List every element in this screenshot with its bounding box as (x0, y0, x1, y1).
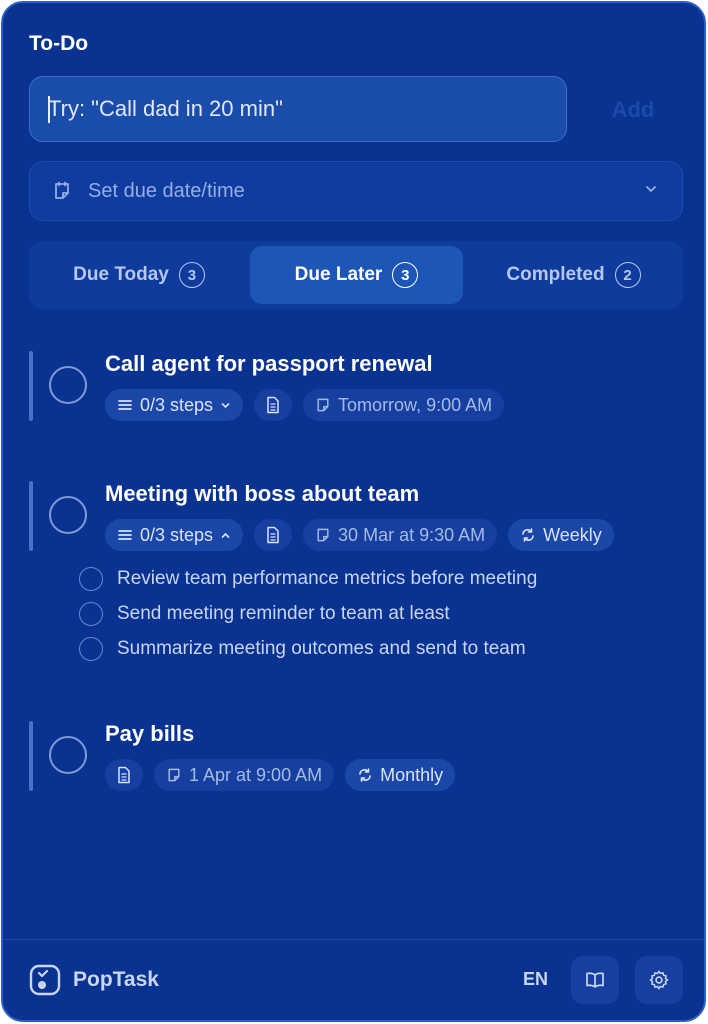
app-window: To-Do Add Set due date/time Due Today 3 … (1, 1, 706, 1022)
subtask-text: Summarize meeting outcomes and send to t… (117, 637, 526, 659)
due-date-chip[interactable]: 30 Mar at 9:30 AM (303, 519, 498, 551)
due-date-select[interactable]: Set due date/time (29, 161, 683, 221)
steps-label: 0/3 steps (140, 524, 214, 545)
task-checkbox[interactable] (49, 496, 87, 534)
tab-count-badge: 3 (178, 262, 205, 288)
steps-label: 0/3 steps (140, 394, 214, 415)
add-button[interactable]: Add (587, 90, 679, 130)
tab-count-badge: 2 (614, 262, 641, 288)
calendar-icon (52, 181, 72, 201)
subtask-text: Review team performance metrics before m… (117, 567, 538, 589)
language-toggle[interactable]: EN (523, 969, 548, 990)
due-date-chip[interactable]: 1 Apr at 9:00 AM (154, 759, 335, 791)
tab-label: Due Later (294, 264, 383, 285)
poptask-logo-icon (29, 964, 61, 996)
task-item[interactable]: Meeting with boss about team 0/3 steps 3… (29, 481, 683, 661)
task-checkbox[interactable] (49, 736, 87, 774)
task-input[interactable] (30, 77, 566, 141)
notes-button[interactable] (254, 519, 293, 551)
document-icon (265, 396, 281, 414)
task-accent-bar (29, 481, 33, 551)
brand: PopTask (29, 964, 159, 996)
task-item[interactable]: Call agent for passport renewal 0/3 step… (29, 351, 683, 421)
calendar-icon (315, 527, 331, 543)
book-icon (584, 970, 606, 990)
steps-toggle[interactable]: 0/3 steps (105, 519, 244, 551)
list-icon (117, 528, 133, 542)
due-date-text: 1 Apr at 9:00 AM (189, 764, 323, 785)
text-caret (48, 96, 50, 123)
due-date-chip[interactable]: Tomorrow, 9:00 AM (303, 389, 505, 421)
task-title: Call agent for passport renewal (105, 351, 433, 376)
tab-count-badge: 3 (392, 262, 419, 288)
brand-name: PopTask (73, 968, 159, 991)
tab-completed[interactable]: Completed 2 (469, 246, 678, 304)
due-date-text: Tomorrow, 9:00 AM (338, 394, 493, 415)
gear-icon (648, 969, 670, 991)
calendar-icon (166, 767, 182, 783)
tab-label: Due Today (73, 264, 169, 285)
tab-bar: Due Today 3 Due Later 3 Completed 2 (29, 241, 683, 309)
list-icon (117, 398, 133, 412)
chevron-up-icon (220, 530, 231, 541)
task-accent-bar (29, 721, 33, 791)
subtask-item[interactable]: Summarize meeting outcomes and send to t… (79, 631, 537, 666)
repeat-text: Monthly (380, 764, 444, 785)
repeat-text: Weekly (543, 524, 602, 545)
subtask-checkbox[interactable] (79, 636, 103, 661)
steps-toggle[interactable]: 0/3 steps (105, 389, 244, 421)
notes-button[interactable] (105, 759, 143, 791)
task-accent-bar (29, 351, 33, 421)
task-item[interactable]: Pay bills 1 Apr at 9:00 AM Monthly (29, 721, 683, 791)
document-icon (116, 766, 132, 784)
settings-button[interactable] (635, 956, 683, 1004)
subtask-checkbox[interactable] (79, 566, 103, 591)
subtask-list: Review team performance metrics before m… (79, 561, 537, 666)
footer-divider (3, 939, 704, 940)
calendar-icon (315, 397, 331, 413)
subtask-checkbox[interactable] (79, 601, 103, 626)
task-checkbox[interactable] (49, 366, 87, 404)
subtask-item[interactable]: Send meeting reminder to team at least (79, 596, 537, 631)
chevron-down-icon (644, 182, 658, 196)
repeat-chip[interactable]: Weekly (508, 519, 614, 551)
guide-button[interactable] (571, 956, 619, 1004)
notes-button[interactable] (254, 389, 293, 421)
repeat-chip[interactable]: Monthly (345, 759, 456, 791)
task-input-container[interactable] (29, 76, 567, 142)
tab-due-later[interactable]: Due Later 3 (250, 246, 463, 304)
subtask-text: Send meeting reminder to team at least (117, 602, 450, 624)
document-icon (265, 526, 281, 544)
due-date-text: 30 Mar at 9:30 AM (338, 524, 486, 545)
subtask-item[interactable]: Review team performance metrics before m… (79, 561, 537, 596)
tab-label: Completed (506, 264, 605, 285)
tab-due-today[interactable]: Due Today 3 (34, 246, 244, 304)
repeat-icon (520, 527, 536, 543)
task-title: Meeting with boss about team (105, 481, 420, 506)
chevron-down-icon (220, 400, 231, 411)
due-date-label: Set due date/time (88, 179, 245, 202)
repeat-icon (357, 767, 373, 783)
task-title: Pay bills (105, 721, 195, 746)
app-title: To-Do (29, 32, 89, 55)
